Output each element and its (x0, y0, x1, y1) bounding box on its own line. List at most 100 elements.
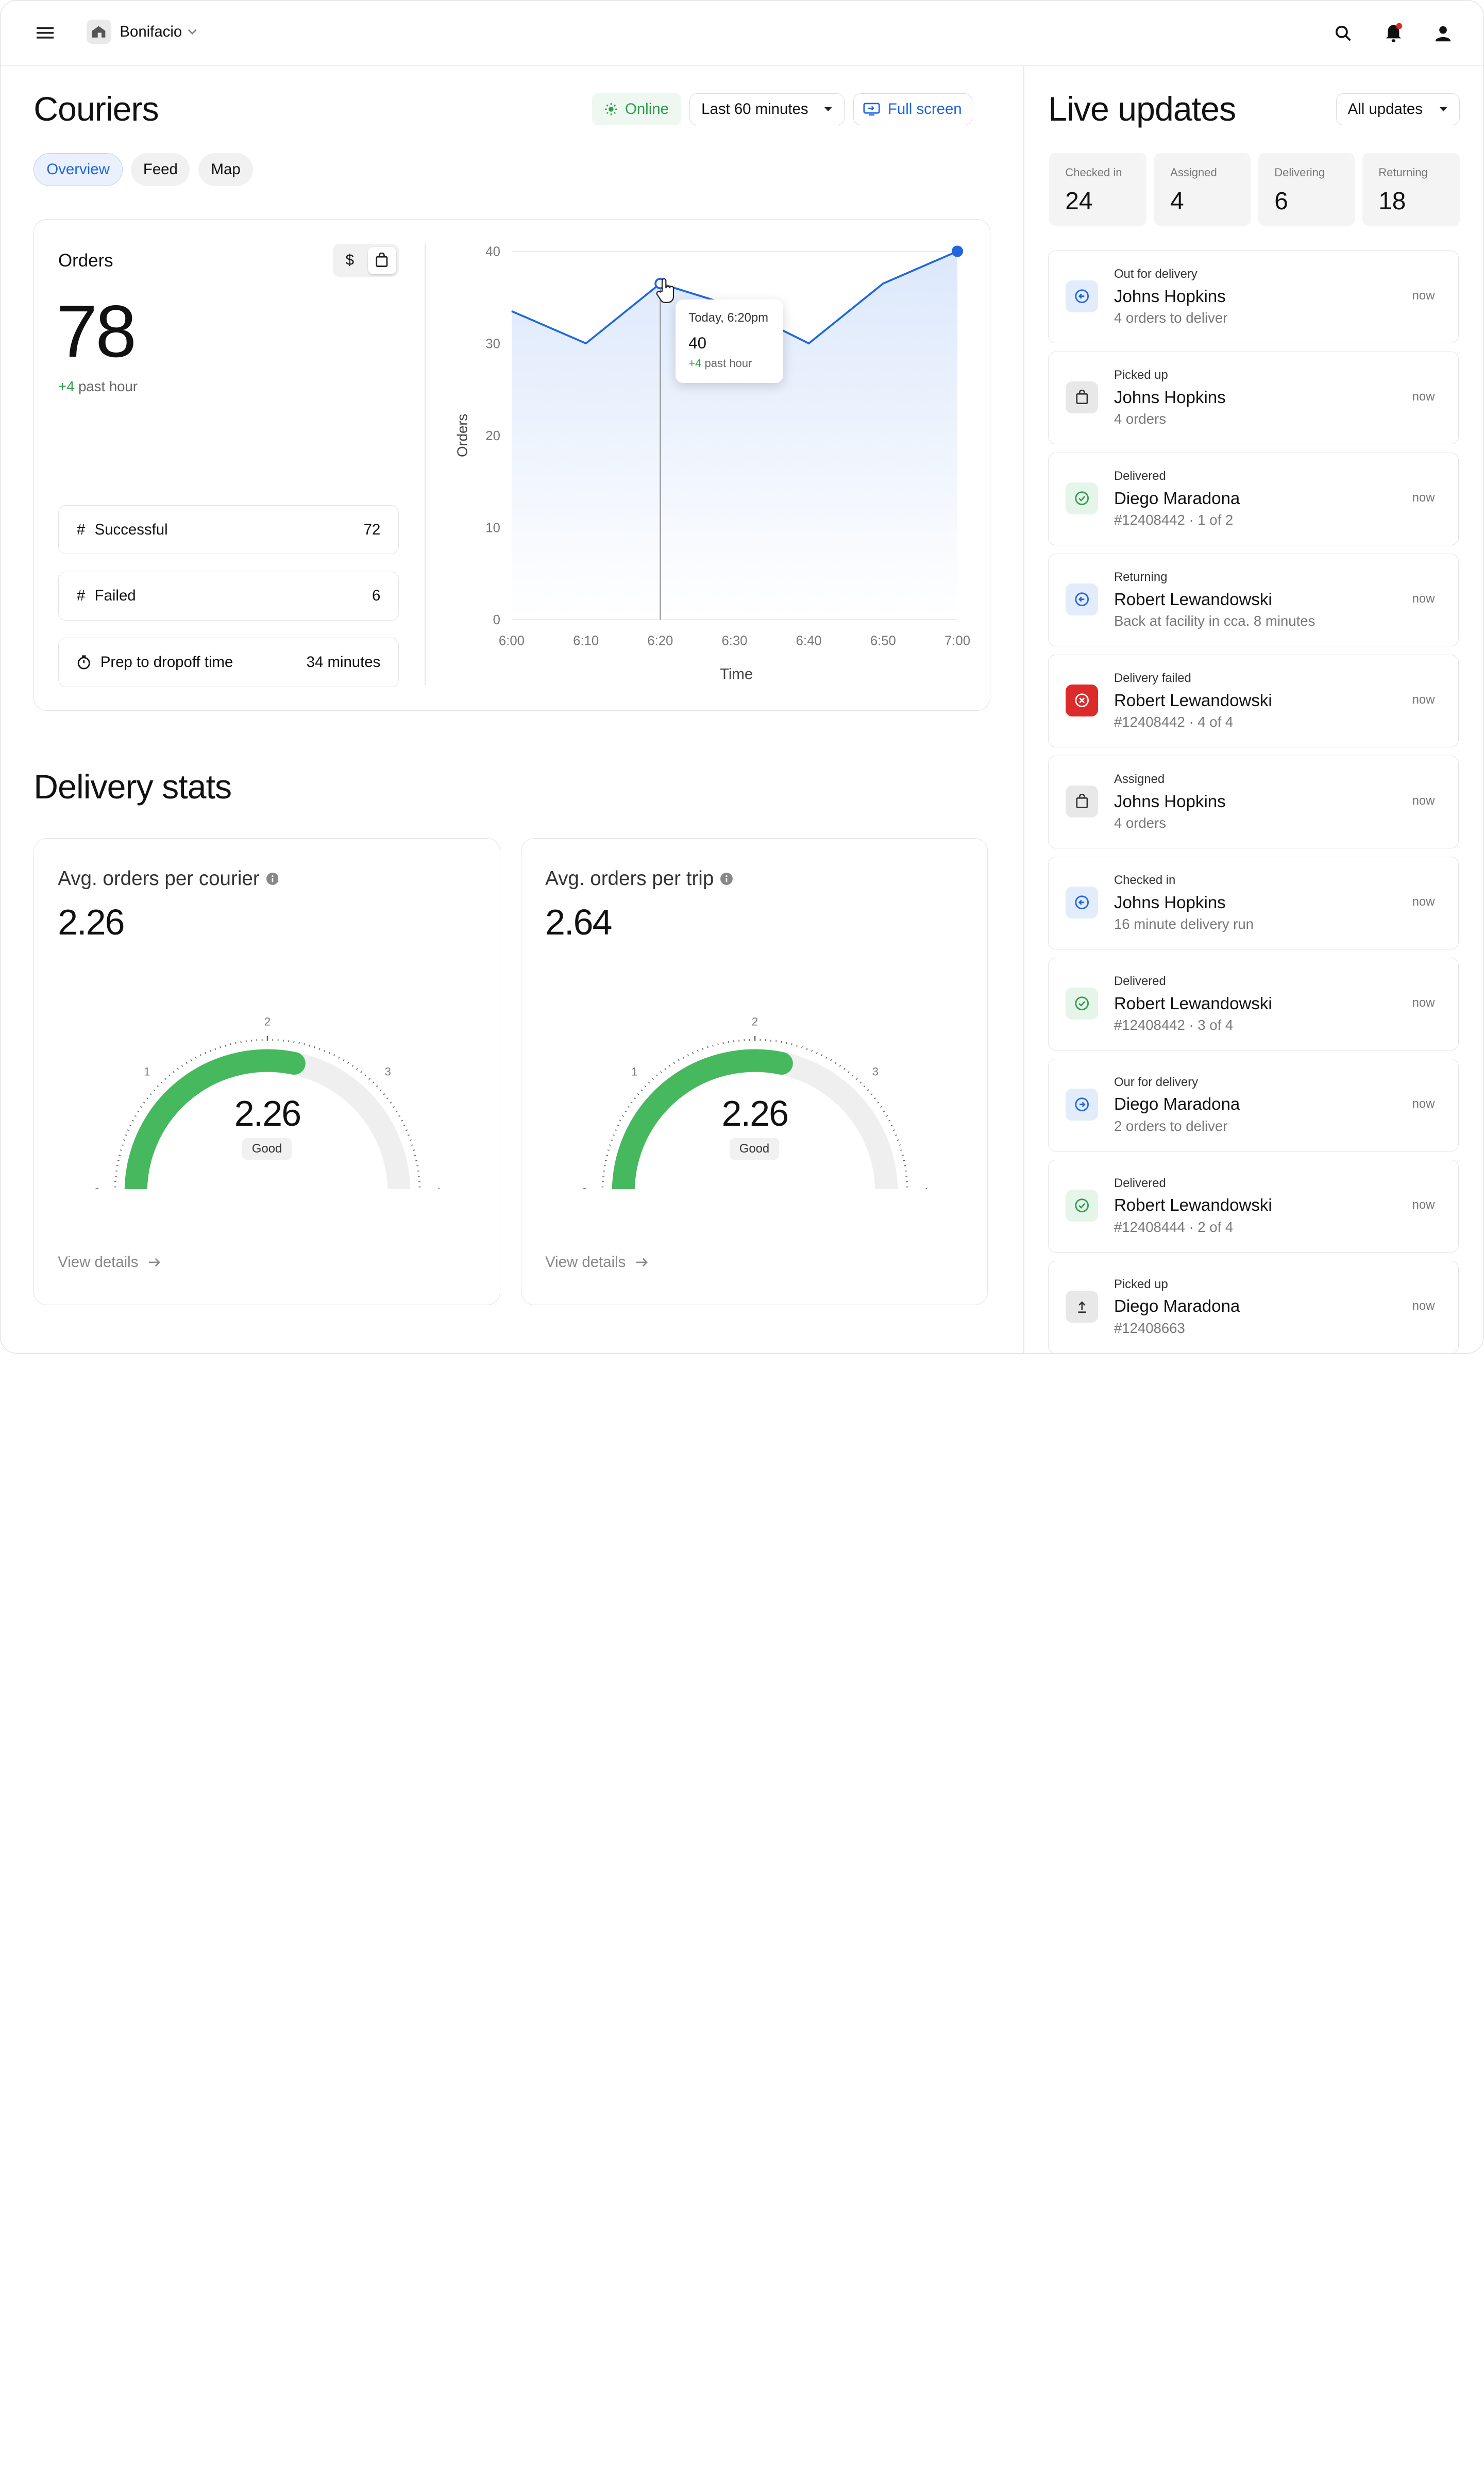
update-card[interactable]: Our for delivery Diego Maradona 2 orders… (1048, 1059, 1459, 1152)
search-icon[interactable] (1333, 23, 1354, 44)
gauge-scale-tick (781, 1041, 782, 1043)
gauge-scale-tick (339, 1057, 340, 1058)
courier-name: Johns Hopkins (1114, 388, 1226, 408)
update-detail: #12408442 · 3 of 4 (1114, 1017, 1233, 1033)
update-card[interactable]: Out for delivery Johns Hopkins 4 orders … (1048, 251, 1459, 343)
time-range-value: Last 60 minutes (701, 101, 823, 118)
tile-label: Checked in (1065, 166, 1146, 179)
gauge-value: 2.26 (58, 902, 124, 943)
prep-time-row: Prep to dropoff time 34 minutes (58, 638, 399, 687)
tab-overview[interactable]: Overview (33, 153, 123, 186)
gauge-scale-tick (369, 1078, 370, 1079)
x-tick-label: 6:40 (796, 634, 822, 648)
update-card[interactable]: Returning Robert Lewandowski Back at fac… (1048, 554, 1459, 646)
menu-icon[interactable] (35, 21, 57, 44)
tile-checked-in[interactable]: Checked in 24 (1049, 153, 1146, 226)
update-time: now (1412, 895, 1435, 909)
orders-delta-value: +4 (58, 378, 74, 394)
update-card[interactable]: Assigned Johns Hopkins 4 orders now (1048, 756, 1459, 848)
tooltip-title: Today, 6:20pm (688, 311, 768, 325)
update-detail: 4 orders (1114, 411, 1166, 427)
view-details-link[interactable]: View details (58, 1254, 161, 1271)
x-circle-icon (1066, 685, 1098, 716)
courier-name: Johns Hopkins (1114, 893, 1226, 913)
tab-map[interactable]: Map (198, 153, 254, 186)
gauge-scale-tick (665, 1068, 666, 1070)
gauge-scale-tick (373, 1082, 374, 1083)
gauge-scale-tick (656, 1075, 657, 1076)
info-icon[interactable] (266, 873, 279, 885)
update-card[interactable]: Delivered Diego Maradona #12408442 · 1 o… (1048, 453, 1459, 545)
tile-assigned[interactable]: Assigned 4 (1154, 153, 1251, 226)
x-tick-label: 6:00 (499, 634, 525, 648)
account-icon[interactable] (1432, 23, 1453, 44)
gauge-scale-tick (806, 1048, 807, 1049)
info-icon[interactable] (720, 873, 733, 885)
caret-down-icon (1439, 107, 1448, 112)
dollar-toggle[interactable]: $ (335, 247, 364, 274)
update-card[interactable]: Delivered Robert Lewandowski #12408442 ·… (1048, 958, 1459, 1050)
gauge-scale-tick (324, 1050, 325, 1052)
time-range-select[interactable]: Last 60 minutes (689, 93, 845, 125)
gauge-scale-tick (329, 1052, 330, 1054)
gauge-scale-tick (361, 1071, 362, 1073)
update-card[interactable]: Checked in Johns Hopkins 16 minute deliv… (1048, 857, 1459, 949)
gauge-rating-badge: Good (242, 1138, 292, 1160)
gauge-scale-tick (733, 1040, 734, 1042)
update-card[interactable]: Picked up Johns Hopkins 4 orders now (1048, 352, 1459, 444)
tile-delivering[interactable]: Delivering 6 (1258, 153, 1355, 226)
courier-name: Johns Hopkins (1114, 287, 1226, 307)
gauge-scale-tick (173, 1071, 174, 1073)
update-detail: #12408444 · 2 of 4 (1114, 1219, 1233, 1236)
orders-card-divider (425, 244, 426, 685)
update-detail: 4 orders to deliver (1114, 310, 1227, 326)
chevron-down-icon (188, 29, 197, 35)
update-card[interactable]: Delivered Robert Lewandowski #12408444 ·… (1048, 1160, 1459, 1253)
update-time: now (1412, 491, 1435, 505)
full-screen-button[interactable]: Full screen (853, 93, 972, 125)
gauge-scale-tick (864, 1086, 865, 1087)
gauge-scale-tick (157, 1086, 159, 1087)
gauge-scale-tick (357, 1068, 358, 1070)
view-details-link[interactable]: View details (545, 1254, 648, 1271)
arrow-right-circle-icon (1066, 1089, 1098, 1121)
tile-label: Returning (1378, 166, 1460, 179)
workspace-switcher[interactable]: Bonifacio (87, 20, 197, 44)
gauge-scale-tick (902, 1155, 904, 1156)
check-circle-icon (1066, 988, 1098, 1020)
bag-toggle[interactable] (368, 247, 396, 274)
update-status: Assigned (1114, 772, 1165, 787)
gauge-scale-tick (707, 1046, 708, 1048)
app-window: Bonifacio Couriers Online Last 60 minute… (0, 0, 1484, 1354)
gauge-tick-label: 0 (94, 1186, 100, 1189)
update-card[interactable]: Delivery failed Robert Lewandowski #1240… (1048, 655, 1459, 747)
workspace-name: Bonifacio (120, 23, 182, 41)
bag-icon (1066, 786, 1098, 817)
data-point[interactable] (953, 247, 962, 256)
gauge-scale-tick (408, 1134, 409, 1135)
update-card[interactable]: Picked up Diego Maradona #12408663 now (1048, 1261, 1459, 1354)
tile-returning[interactable]: Returning 18 (1362, 153, 1460, 226)
gauge-scale-tick (191, 1059, 192, 1061)
x-tick-label: 6:30 (721, 634, 747, 648)
delivery-stats-title: Delivery stats (33, 768, 231, 807)
gauge-scale-tick (661, 1071, 662, 1073)
tab-feed[interactable]: Feed (131, 153, 190, 186)
gauge-scale-tick (606, 1155, 608, 1156)
x-tick-label: 7:00 (945, 634, 970, 648)
bell-icon[interactable] (1383, 22, 1404, 45)
gauge-scale-tick (613, 1134, 614, 1135)
update-time: now (1412, 1198, 1435, 1212)
gauge-scale-tick (414, 1155, 416, 1156)
prep-time-value: 34 minutes (307, 654, 381, 671)
gauge-scale-tick (786, 1042, 787, 1044)
orders-delta-suffix: past hour (78, 378, 138, 394)
gauge-scale-tick (856, 1078, 857, 1079)
courier-name: Diego Maradona (1114, 489, 1240, 509)
orders-delta: +4 past hour (58, 378, 138, 395)
update-status: Our for delivery (1114, 1075, 1198, 1090)
gauge-scale-tick (352, 1065, 353, 1066)
updates-filter-select[interactable]: All updates (1336, 93, 1460, 125)
x-tick-label: 6:20 (647, 634, 673, 648)
tile-label: Assigned (1170, 166, 1251, 179)
